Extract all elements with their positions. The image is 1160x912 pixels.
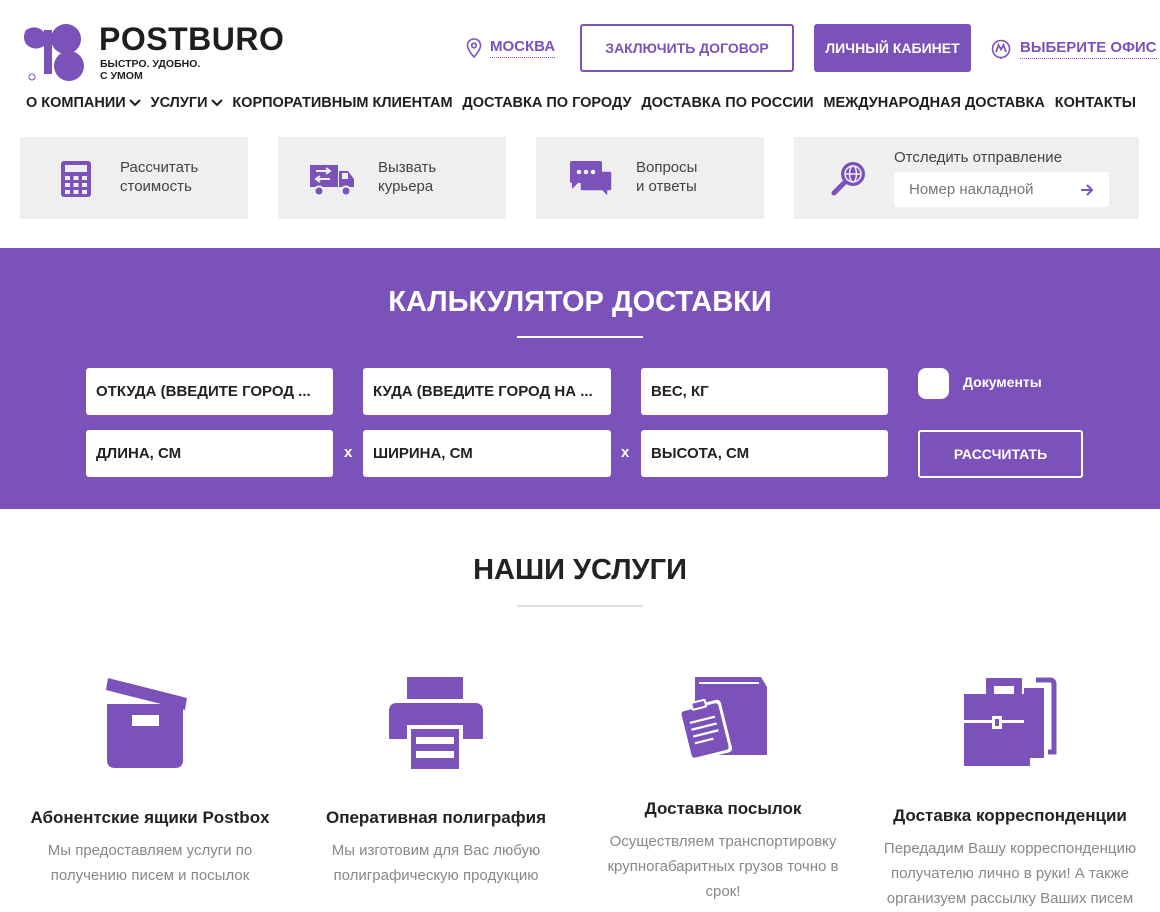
service-desc-postbox: Мы предоставляем услуги по получению пис… <box>47 842 253 884</box>
track-label: Отследить отправление <box>894 149 1063 166</box>
delivery-calculator: КАЛЬКУЛЯТОР ДОСТАВКИ ОТКУДА (ВВЕДИТЕ ГОР… <box>0 248 1160 509</box>
nav-item-corporate[interactable]: КОРПОРАТИВНЫМ КЛИЕНТАМ <box>232 95 452 111</box>
calculate-button[interactable]: РАССЧИТАТЬ <box>918 430 1083 478</box>
location-pin-icon <box>466 38 482 58</box>
contract-button[interactable]: ЗАКЛЮЧИТЬ ДОГОВОР <box>580 24 794 72</box>
nav-item-russia-delivery[interactable]: ДОСТАВКА ПО РОССИИ <box>641 95 813 111</box>
service-title-postbox[interactable]: Абонентские ящики Postbox <box>0 808 300 828</box>
service-desc-printing: Мы изготовим для Вас любую полиграфическ… <box>331 842 541 884</box>
documents-label: Документы <box>963 374 1042 390</box>
office-link-text: ВЫБЕРИТЕ ОФИС <box>1020 39 1157 59</box>
arrow-right-icon[interactable] <box>1080 183 1094 196</box>
box-icon <box>106 678 187 768</box>
service-desc-correspondence: Передадим Вашу корреспонденцию получател… <box>883 840 1137 907</box>
tile-faq[interactable]: Вопросы и ответы <box>536 137 764 219</box>
tile-calculate[interactable]: Рассчитать стоимость <box>20 137 248 219</box>
from-city-input[interactable]: ОТКУДА (ВВЕДИТЕ ГОРОД ... <box>86 368 333 415</box>
services-title: НАШИ УСЛУГИ <box>473 554 687 586</box>
documents-checkbox[interactable] <box>918 368 949 399</box>
weight-input[interactable]: ВЕС, КГ <box>641 368 888 415</box>
service-title-parcels[interactable]: Доставка посылок <box>573 799 873 819</box>
calculator-title: КАЛЬКУЛЯТОР ДОСТАВКИ <box>388 286 772 318</box>
width-input[interactable]: ШИРИНА, СМ <box>363 430 611 477</box>
office-selector[interactable]: ВЫБЕРИТЕ ОФИС <box>990 38 1157 60</box>
service-title-printing[interactable]: Оперативная полиграфия <box>286 808 586 828</box>
logo[interactable]: POSTBURO БЫСТРО. УДОБНО. С УМОМ <box>22 21 285 82</box>
site-header: POSTBURO БЫСТРО. УДОБНО. С УМОМ МОСКВА З… <box>0 0 1160 125</box>
nav-item-contacts[interactable]: КОНТАКТЫ <box>1055 95 1136 111</box>
search-globe-icon <box>831 162 865 196</box>
length-input[interactable]: ДЛИНА, СМ <box>86 430 333 477</box>
times-sign: x <box>344 444 353 461</box>
chevron-down-icon <box>129 99 141 107</box>
title-divider <box>517 336 643 338</box>
tile-courier-label: Вызвать курьера <box>378 159 437 195</box>
nav-item-city-delivery[interactable]: ДОСТАВКА ПО ГОРОДУ <box>462 95 631 111</box>
to-city-input[interactable]: КУДА (ВВЕДИТЕ ГОРОД НА ... <box>363 368 611 415</box>
calculator-icon <box>61 161 91 197</box>
briefcase-icon <box>964 677 1057 766</box>
chevron-down-icon <box>210 99 223 107</box>
nav-item-about[interactable]: О КОМПАНИИ <box>26 95 141 111</box>
metro-icon <box>991 39 1011 59</box>
truck-icon <box>310 165 354 197</box>
city-name: МОСКВА <box>490 38 556 58</box>
services-divider <box>517 605 643 607</box>
service-title-correspondence[interactable]: Доставка корреспонденции <box>860 806 1160 826</box>
tile-calculate-label: Рассчитать стоимость <box>120 159 199 195</box>
logo-name: POSTBURO <box>99 21 285 57</box>
main-nav: О КОМПАНИИ УСЛУГИ КОРПОРАТИВНЫМ КЛИЕНТАМ… <box>26 95 1136 111</box>
chat-icon <box>570 161 613 199</box>
times-sign: x <box>621 444 630 461</box>
tile-courier[interactable]: Вызвать курьера <box>278 137 506 219</box>
tile-faq-label: Вопросы и ответы <box>636 159 698 195</box>
nav-item-international[interactable]: МЕЖДУНАРОДНАЯ ДОСТАВКА <box>823 95 1045 111</box>
tracking-placeholder: Номер накладной <box>909 181 1034 198</box>
logo-mark-icon <box>24 24 84 81</box>
logo-tagline: БЫСТРО. УДОБНО. С УМОМ <box>100 58 201 82</box>
nav-item-services[interactable]: УСЛУГИ <box>151 95 223 111</box>
parcel-clipboard-icon <box>678 677 767 761</box>
cabinet-button[interactable]: ЛИЧНЫЙ КАБИНЕТ <box>814 24 971 72</box>
tile-track: Отследить отправление Номер накладной <box>794 137 1139 219</box>
service-desc-parcels: Осуществляем транспортировку крупногабар… <box>607 833 839 900</box>
tracking-number-input[interactable]: Номер накладной <box>894 172 1109 207</box>
city-selector[interactable]: МОСКВА <box>466 38 556 58</box>
height-input[interactable]: ВЫСОТА, СМ <box>641 430 888 477</box>
printer-icon <box>389 677 483 769</box>
